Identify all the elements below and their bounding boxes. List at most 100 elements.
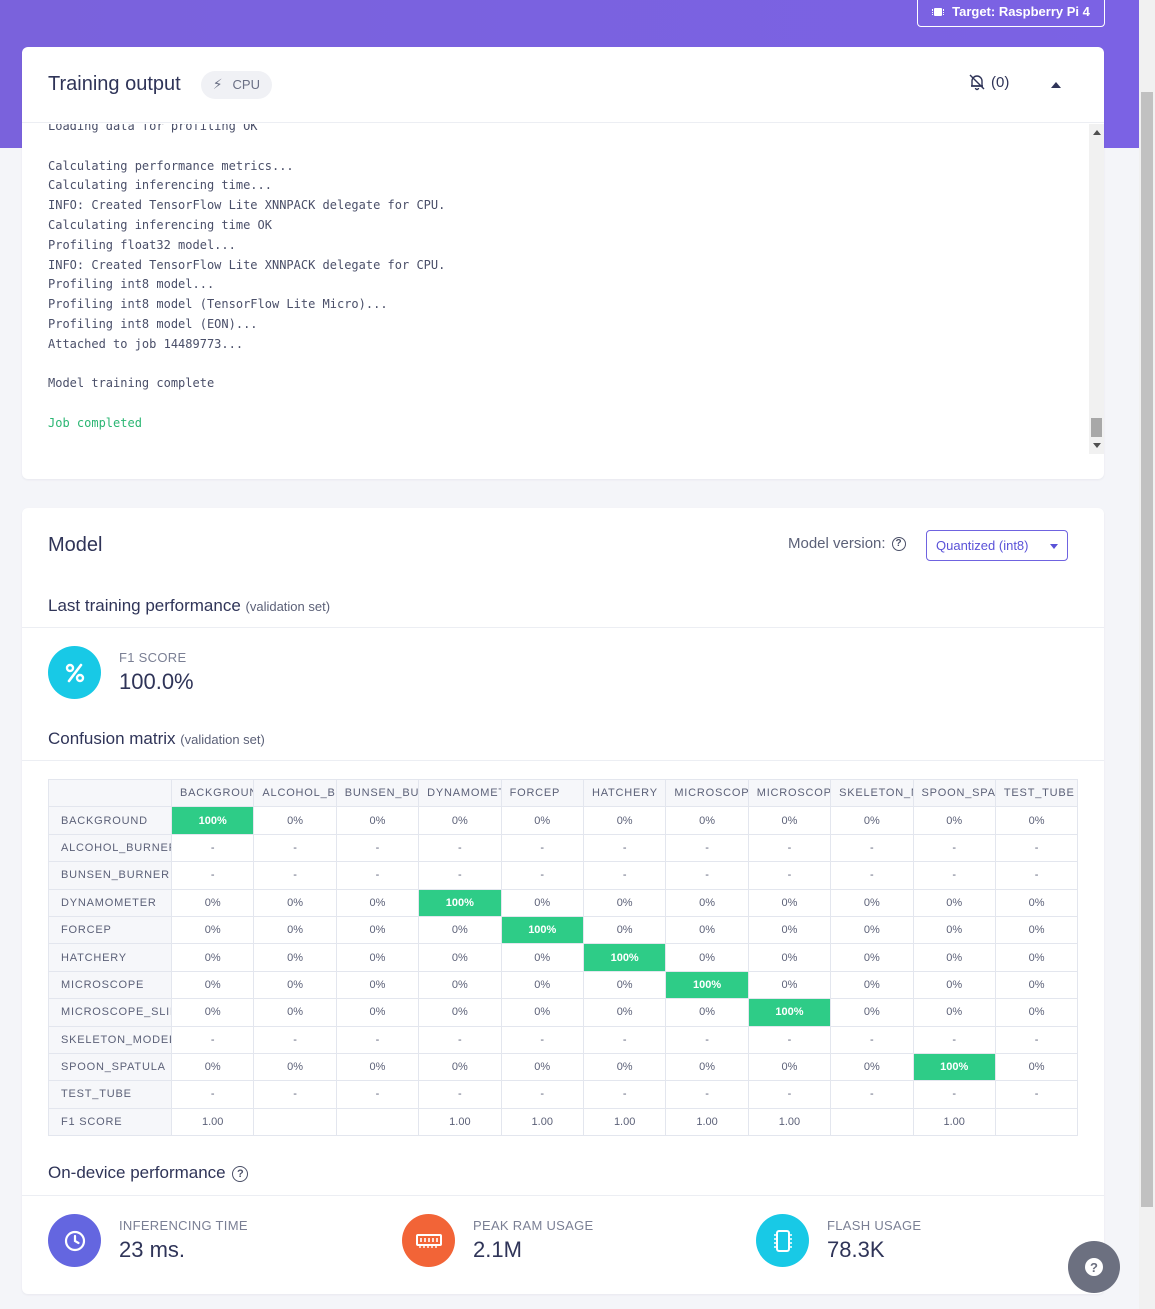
log-line: Model training complete bbox=[48, 376, 215, 391]
cm-cell: 0% bbox=[335, 998, 420, 1027]
scroll-up-arrow[interactable] bbox=[1093, 130, 1101, 135]
table-row: BUNSEN_BURNER - - - - - - - - - - - bbox=[48, 861, 1079, 890]
page-scroll-thumb[interactable] bbox=[1141, 92, 1153, 1207]
cm-cell: 0% bbox=[747, 888, 832, 917]
cm-cell: 0% bbox=[253, 888, 337, 917]
log-scrollbar[interactable] bbox=[1089, 124, 1104, 454]
cm-cell: - bbox=[253, 861, 337, 890]
notifications-toggle[interactable]: (0) bbox=[968, 73, 1009, 91]
cm-cell: - bbox=[418, 1025, 502, 1054]
cm-column-header: BACKGROUND bbox=[170, 778, 255, 808]
cm-subtitle: (validation set) bbox=[180, 732, 265, 747]
cm-cell: 0% bbox=[170, 888, 255, 917]
log-line: Calculating inferencing time... bbox=[48, 178, 272, 193]
cm-cell: 0% bbox=[994, 888, 1079, 917]
cm-cell: 0% bbox=[665, 915, 749, 945]
cm-cell: - bbox=[335, 861, 420, 890]
log-line: Profiling int8 model... bbox=[48, 277, 215, 292]
cm-cell: 0% bbox=[335, 915, 420, 945]
target-device-button[interactable]: Target: Raspberry Pi 4 bbox=[917, 0, 1105, 27]
cm-cell: - bbox=[253, 1025, 337, 1054]
cpu-badge: ⚡ CPU bbox=[200, 70, 272, 99]
log-line: Loading data for profiling OK bbox=[48, 124, 258, 133]
cm-cell: - bbox=[912, 861, 996, 890]
cm-row-header: BACKGROUND bbox=[48, 806, 172, 835]
divider bbox=[22, 1195, 1104, 1196]
cm-row-header: FORCEP bbox=[48, 915, 172, 945]
cm-column-header: HATCHERY bbox=[582, 778, 667, 808]
cm-cell: 0% bbox=[170, 915, 255, 945]
cm-cell: 0% bbox=[994, 998, 1079, 1027]
scroll-down-arrow[interactable] bbox=[1093, 443, 1101, 448]
cm-cell: 1.00 bbox=[500, 1107, 584, 1137]
log-line: INFO: Created TensorFlow Lite XNNPACK de… bbox=[48, 257, 446, 272]
cm-cell: - bbox=[500, 861, 584, 890]
cm-cell: 0% bbox=[335, 970, 420, 1000]
flash-usage-value: 78.3K bbox=[827, 1237, 885, 1262]
f1-score-metric: F1 SCORE 100.0% bbox=[48, 646, 194, 699]
cm-cell: - bbox=[665, 1080, 749, 1109]
table-row: SKELETON_MODEL - - - - - - - - - - - bbox=[48, 1025, 1079, 1054]
cm-column-header: BUNSEN_BURNER bbox=[335, 778, 420, 808]
question-icon[interactable]: ? bbox=[232, 1165, 249, 1182]
cm-cell: 0% bbox=[418, 998, 502, 1027]
cm-cell: - bbox=[335, 833, 420, 863]
cm-column-header: DYNAMOMETER bbox=[418, 778, 502, 808]
cm-cell: 0% bbox=[170, 998, 255, 1027]
question-icon[interactable]: ? bbox=[891, 536, 906, 551]
cm-cell: 0% bbox=[665, 888, 749, 917]
inferencing-time-value: 23 ms. bbox=[119, 1237, 186, 1262]
cm-row-header: SPOON_SPATULA bbox=[48, 1052, 172, 1082]
last-perf-title: Last training performance bbox=[48, 596, 241, 615]
cm-cell: - bbox=[747, 1025, 832, 1054]
scroll-thumb[interactable] bbox=[1091, 418, 1102, 437]
cm-cell: 0% bbox=[994, 806, 1079, 835]
model-header: Model Model version: ? Quantized (int8) bbox=[22, 508, 1104, 582]
cm-cell: 1.00 bbox=[912, 1107, 996, 1137]
cm-cell: - bbox=[335, 1080, 420, 1109]
cm-cell: 0% bbox=[500, 806, 584, 835]
question-icon: ? bbox=[1085, 1258, 1103, 1276]
cm-cell: - bbox=[582, 1025, 667, 1054]
training-log[interactable]: Loading data for profiling OK Calculating… bbox=[22, 124, 1104, 454]
cm-cell: 0% bbox=[747, 943, 832, 972]
cm-cell: - bbox=[253, 1080, 337, 1109]
table-row: F1 SCORE 1.00 1.00 1.00 1.00 1.00 1.00 1.00 bbox=[48, 1107, 1079, 1137]
cm-cell: - bbox=[830, 861, 914, 890]
cm-cell: 0% bbox=[418, 806, 502, 835]
cm-cell: - bbox=[994, 833, 1079, 863]
cm-cell: 0% bbox=[582, 806, 667, 835]
cm-row-header: MICROSCOPE_SLIDE bbox=[48, 998, 172, 1027]
model-title: Model bbox=[48, 533, 103, 556]
cm-cell: - bbox=[500, 1025, 584, 1054]
flash-usage-label: FLASH USAGE bbox=[827, 1218, 922, 1233]
cm-cell: - bbox=[170, 861, 255, 890]
chevron-up-icon[interactable] bbox=[1051, 82, 1061, 88]
cm-cell: 0% bbox=[582, 888, 667, 917]
cm-cell: 0% bbox=[253, 1052, 337, 1082]
cm-cell: - bbox=[747, 1080, 832, 1109]
cm-cell: 0% bbox=[830, 1052, 914, 1082]
model-version-select[interactable]: Quantized (int8) bbox=[926, 530, 1068, 561]
cm-cell: 0% bbox=[335, 888, 420, 917]
ondevice-title: On-device performance bbox=[48, 1163, 226, 1182]
cm-cell: 0% bbox=[912, 915, 996, 945]
chip-icon bbox=[756, 1214, 809, 1267]
inferencing-time-label: INFERENCING TIME bbox=[119, 1218, 248, 1233]
f1-score-label: F1 SCORE bbox=[119, 650, 187, 665]
cm-cell: - bbox=[994, 1080, 1079, 1109]
cm-cell: 0% bbox=[418, 970, 502, 1000]
page-scrollbar[interactable] bbox=[1139, 0, 1155, 1309]
cm-cell: 0% bbox=[665, 998, 749, 1027]
cm-cell: - bbox=[170, 1080, 255, 1109]
cm-cell: 0% bbox=[830, 943, 914, 972]
cm-cell: - bbox=[170, 1025, 255, 1054]
peak-ram-metric: PEAK RAM USAGE 2.1M bbox=[402, 1214, 594, 1267]
cm-cell: 100% bbox=[418, 888, 502, 917]
cm-cell: - bbox=[830, 1080, 914, 1109]
last-training-performance-heading: Last training performance (validation se… bbox=[48, 596, 330, 616]
help-button[interactable]: ? bbox=[1068, 1241, 1120, 1293]
cm-column-header: ALCOHOL_BURNER bbox=[253, 778, 337, 808]
cm-cell: 0% bbox=[994, 970, 1079, 1000]
cm-cell: 0% bbox=[418, 915, 502, 945]
